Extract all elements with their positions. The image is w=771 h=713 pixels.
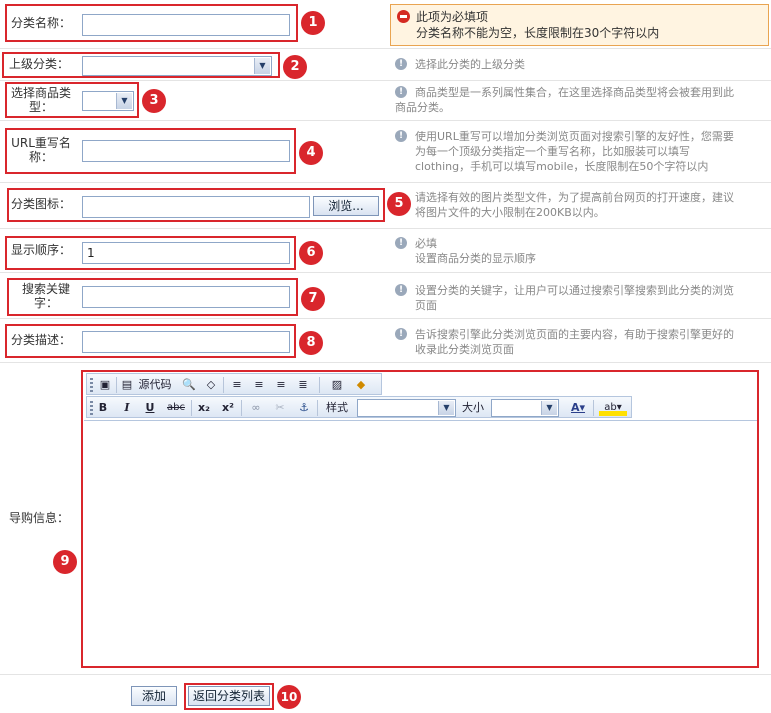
flash-icon[interactable]: ◆ <box>353 377 369 393</box>
style-label: 样式 <box>326 401 348 414</box>
url-rewrite-input[interactable] <box>82 140 290 162</box>
preview-icon[interactable]: ▣ <box>97 377 113 393</box>
unlink-icon[interactable]: ✂ <box>271 400 289 416</box>
icon-label: 分类图标： <box>10 197 71 211</box>
badge-5: 5 <box>387 192 411 216</box>
chevron-down-icon: ▼ <box>254 58 270 74</box>
error-text: 分类名称不能为空，长度限制在30个字符以内 <box>416 26 660 40</box>
keyword-label: 搜索关键字： <box>21 282 70 310</box>
icon-file-path[interactable] <box>82 196 310 218</box>
type-label: 选择商品类型： <box>10 86 71 114</box>
image-icon[interactable]: ▨ <box>329 377 345 393</box>
parent-label: 上级分类： <box>8 57 69 71</box>
highlight-icon[interactable]: ab▾ <box>599 400 627 416</box>
chevron-down-icon: ▼ <box>116 93 132 109</box>
align-justify-icon[interactable]: ≣ <box>295 377 311 393</box>
badge-4: 4 <box>299 141 323 165</box>
eraser-icon[interactable]: ◇ <box>203 377 219 393</box>
error-title: 此项为必填项 <box>416 10 489 24</box>
badge-1: 1 <box>301 11 325 35</box>
source-code-button[interactable]: 源代码 <box>135 377 175 393</box>
align-center-icon[interactable]: ≡ <box>251 377 267 393</box>
browse-button[interactable]: 浏览... <box>313 196 379 216</box>
info-icon: ! <box>395 328 407 340</box>
category-name-input[interactable] <box>82 14 290 36</box>
display-order-input[interactable] <box>82 242 290 264</box>
link-icon[interactable]: ∞ <box>247 400 265 416</box>
subscript-icon[interactable]: x₂ <box>195 400 213 416</box>
error-message-box: 此项为必填项 分类名称不能为空，长度限制在30个字符以内 <box>390 4 769 46</box>
product-type-select[interactable]: ▼ <box>82 91 134 111</box>
search-keyword-input[interactable] <box>82 286 290 308</box>
url-label: URL重写名称： <box>11 136 71 164</box>
category-description-input[interactable] <box>82 331 290 353</box>
badge-3: 3 <box>142 89 166 113</box>
editor-toolbar-1: ▣ ▤ 源代码 🔍 ◇ ≡ ≡ ≡ ≣ ▨ ◆ <box>86 373 382 395</box>
back-to-list-button[interactable]: 返回分类列表 <box>188 686 270 706</box>
info-icon: ! <box>395 86 407 98</box>
info-icon: ! <box>395 130 407 142</box>
editor-toolbar-2: B I U abc x₂ x² ∞ ✂ ⚓ 样式 ▼ 大小 ▼ A▾ ab▾ <box>86 396 632 418</box>
chevron-down-icon: ▼ <box>438 401 454 415</box>
stop-icon <box>397 10 410 23</box>
font-color-icon[interactable]: A▾ <box>565 400 591 416</box>
align-left-icon[interactable]: ≡ <box>229 377 245 393</box>
order-label: 显示顺序： <box>10 243 71 257</box>
badge-6: 6 <box>299 241 323 265</box>
info-icon: ! <box>395 284 407 296</box>
name-label: 分类名称： <box>10 16 71 30</box>
info-icon: ! <box>395 237 407 249</box>
size-select[interactable]: ▼ <box>491 399 559 417</box>
info-icon: ! <box>395 58 407 70</box>
parent-category-select[interactable]: ▼ <box>82 56 272 76</box>
badge-8: 8 <box>299 331 323 355</box>
anchor-icon[interactable]: ⚓ <box>295 400 313 416</box>
desc-label: 分类描述： <box>10 333 71 347</box>
underline-icon[interactable]: U <box>142 400 158 416</box>
toolbar-grip <box>90 401 93 415</box>
find-icon[interactable]: 🔍 <box>181 377 197 393</box>
chevron-down-icon: ▼ <box>541 401 557 415</box>
strikethrough-icon[interactable]: abc <box>165 400 187 416</box>
badge-2: 2 <box>283 55 307 79</box>
style-select[interactable]: ▼ <box>357 399 456 417</box>
source-icon[interactable]: ▤ <box>120 377 134 393</box>
superscript-icon[interactable]: x² <box>219 400 237 416</box>
toolbar-grip <box>90 378 93 392</box>
guide-label: 导购信息： <box>8 511 69 525</box>
badge-9: 9 <box>53 550 77 574</box>
add-button[interactable]: 添加 <box>131 686 177 706</box>
badge-10: 10 <box>277 685 301 709</box>
badge-7: 7 <box>301 287 325 311</box>
editor-content-area[interactable] <box>84 420 757 666</box>
align-right-icon[interactable]: ≡ <box>273 377 289 393</box>
bold-icon[interactable]: B <box>95 400 111 416</box>
size-label: 大小 <box>462 401 484 414</box>
italic-icon[interactable]: I <box>119 400 135 416</box>
